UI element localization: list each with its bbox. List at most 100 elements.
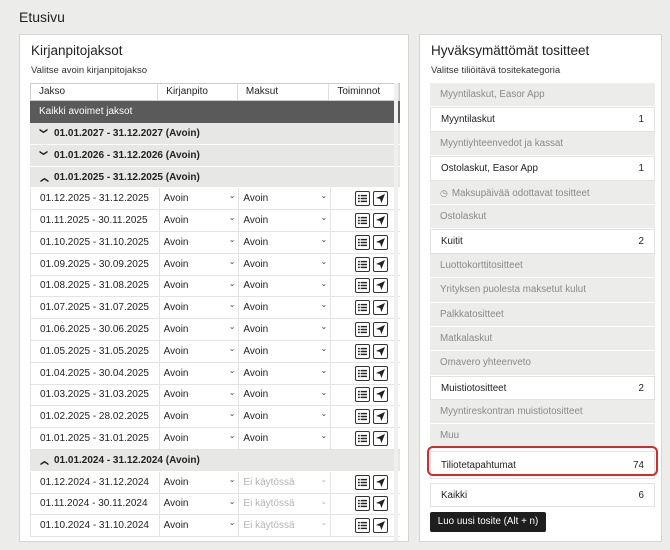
kirjanpito-select[interactable]: Avoin ⌄ [158, 319, 239, 340]
send-icon[interactable] [373, 213, 389, 229]
category-count: 1 [638, 163, 644, 175]
table-row: 01.06.2025 - 30.06.2025 Avoin ⌄ Avoin ⌄ [30, 319, 400, 341]
group-2026[interactable]: ❯ 01.01.2026 - 31.12.2026 (Avoin) [30, 144, 400, 167]
table-row: 01.03.2025 - 31.03.2025 Avoin ⌄ Avoin ⌄ [30, 384, 400, 407]
voucher-category-item: Luottokorttitositteet [430, 253, 655, 279]
voucher-category-item: Myyntiyhteenvedot ja kassat [430, 131, 655, 157]
new-voucher-button[interactable]: Luo uusi tosite (Alt + n) [430, 512, 546, 532]
voucher-category-item[interactable]: Muistiotositteet 2 [430, 375, 655, 401]
send-icon[interactable] [373, 278, 389, 294]
list-icon[interactable] [355, 474, 371, 490]
send-icon[interactable] [373, 387, 389, 403]
maksut-select[interactable]: Avoin ⌄ [238, 188, 330, 210]
category-text: Palkkatositteet [440, 308, 504, 320]
maksut-select[interactable]: Avoin ⌄ [238, 319, 330, 340]
select-value: Avoin [163, 433, 189, 445]
group-2024[interactable]: ❯ 01.01.2024 - 31.12.2024 (Avoin) [30, 449, 400, 472]
maksut-select[interactable]: Avoin ⌄ [238, 297, 330, 319]
maksut-select[interactable]: Avoin ⌄ [238, 428, 330, 449]
select-value: Ei käytössä [243, 476, 295, 488]
kirjanpito-select[interactable]: Avoin ⌄ [158, 428, 239, 449]
chevron-down-icon: ⌄ [228, 431, 236, 441]
category-label: Myyntilaskut [441, 108, 495, 130]
send-icon[interactable] [373, 474, 389, 490]
chevron-down-icon: ⌄ [320, 234, 328, 244]
period-cell: 01.02.2025 - 28.02.2025 [40, 411, 149, 423]
chevron-down-icon: ⌄ [320, 431, 328, 441]
send-icon[interactable] [373, 518, 389, 534]
list-icon[interactable] [355, 431, 371, 447]
send-icon[interactable] [373, 234, 389, 250]
chevron-down-icon: ⌄ [228, 387, 236, 397]
list-icon[interactable] [355, 387, 371, 403]
list-icon[interactable] [355, 409, 371, 425]
all-open-periods-row[interactable]: Kaikki avoimet jaksot [30, 101, 400, 123]
select-value: Avoin [243, 302, 269, 314]
list-icon[interactable] [355, 518, 371, 534]
category-text: Myyntilaskut, Easor App [440, 89, 545, 100]
send-icon[interactable] [373, 300, 389, 316]
voucher-category-item[interactable]: Kaikki 6 [430, 482, 655, 508]
maksut-select[interactable]: Avoin ⌄ [238, 275, 330, 297]
list-icon[interactable] [355, 256, 371, 272]
maksut-select[interactable]: Avoin ⌄ [238, 362, 330, 384]
send-icon[interactable] [373, 431, 389, 447]
group-label: 01.01.2025 - 31.12.2025 (Avoin) [54, 171, 200, 183]
kirjanpito-select[interactable]: Avoin ⌄ [158, 515, 239, 537]
list-icon[interactable] [355, 300, 371, 316]
list-icon[interactable] [355, 278, 371, 294]
list-icon[interactable] [355, 496, 371, 512]
maksut-select[interactable]: Avoin ⌄ [238, 406, 330, 428]
chevron-down-icon: ⌄ [228, 474, 236, 484]
select-value: Avoin [243, 345, 269, 357]
kirjanpito-select[interactable]: Avoin ⌄ [158, 297, 239, 319]
select-value: Avoin [163, 324, 189, 336]
maksut-select[interactable]: Avoin ⌄ [238, 210, 330, 231]
maksut-select[interactable]: Avoin ⌄ [238, 384, 330, 406]
voucher-category-item[interactable]: Myyntilaskut 1 [430, 107, 655, 132]
voucher-category-item[interactable]: Ostolaskut, Easor App 1 [430, 156, 655, 181]
group-2025[interactable]: ❯ 01.01.2025 - 31.12.2025 (Avoin) [30, 166, 400, 189]
list-icon[interactable] [355, 343, 371, 359]
list-icon[interactable] [355, 191, 371, 207]
list-icon[interactable] [355, 322, 371, 338]
select-value: Avoin [243, 236, 269, 248]
send-icon[interactable] [373, 322, 389, 338]
send-icon[interactable] [373, 256, 389, 272]
table-row: 01.11.2025 - 30.11.2025 Avoin ⌄ Avoin ⌄ [30, 210, 400, 232]
kirjanpito-select[interactable]: Avoin ⌄ [158, 493, 239, 515]
send-icon[interactable] [373, 496, 389, 512]
kirjanpito-select[interactable]: Avoin ⌄ [158, 384, 239, 406]
kirjanpito-select[interactable]: Avoin ⌄ [158, 275, 239, 297]
voucher-category-item[interactable]: Tiliotetapahtumat 74 [430, 450, 655, 479]
list-icon[interactable] [355, 234, 371, 250]
chevron-down-icon: ⌄ [228, 256, 236, 266]
table-row: 01.11.2024 - 30.11.2024 Avoin ⌄ Ei käytössä… [30, 493, 400, 516]
kirjanpito-select[interactable]: Avoin ⌄ [158, 406, 239, 428]
send-icon[interactable] [373, 409, 389, 425]
kirjanpito-select[interactable]: Avoin ⌄ [158, 253, 239, 275]
send-icon[interactable] [373, 365, 389, 381]
kirjanpito-select[interactable]: Avoin ⌄ [158, 231, 239, 253]
maksut-select[interactable]: Avoin ⌄ [238, 340, 330, 362]
category-text: Myyntireskontran muistiotositteet [440, 406, 583, 418]
kirjanpito-select[interactable]: Avoin ⌄ [158, 340, 239, 362]
chevron-down-icon: ❯ [39, 127, 49, 135]
kirjanpito-select[interactable]: Avoin ⌄ [158, 362, 239, 384]
select-value: Avoin [243, 215, 269, 227]
list-icon[interactable] [355, 213, 371, 229]
kirjanpito-select[interactable]: Avoin ⌄ [158, 188, 239, 210]
maksut-select[interactable]: Avoin ⌄ [238, 253, 330, 275]
select-value: Avoin [243, 389, 269, 401]
category-label: Kaikki [441, 484, 467, 506]
group-2027[interactable]: ❯ 01.01.2027 - 31.12.2027 (Avoin) [30, 123, 400, 145]
maksut-select[interactable]: Avoin ⌄ [238, 231, 330, 253]
list-icon[interactable] [355, 365, 371, 381]
send-icon[interactable] [373, 343, 389, 359]
voucher-category-item[interactable]: Kuitit 2 [430, 229, 655, 254]
table-scrollbar[interactable] [394, 83, 398, 541]
kirjanpito-select[interactable]: Avoin ⌄ [158, 471, 239, 493]
kirjanpito-select[interactable]: Avoin ⌄ [158, 210, 239, 231]
send-icon[interactable] [373, 191, 389, 207]
category-label: Ostolaskut [440, 205, 486, 228]
